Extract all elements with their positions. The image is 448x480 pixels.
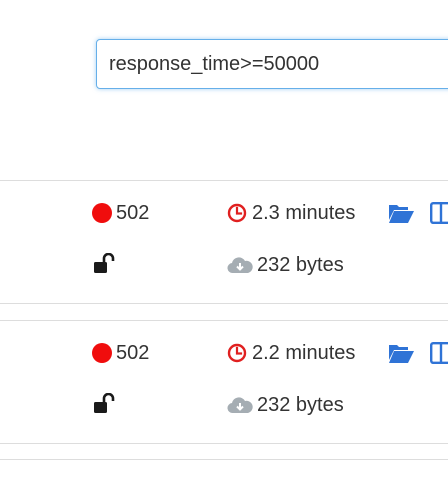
status-dot-icon: [92, 203, 112, 223]
size-text: 232 bytes: [257, 393, 344, 416]
folder-open-icon[interactable]: [388, 202, 415, 224]
cloud-download-icon: [227, 395, 253, 415]
size-cell: 232 bytes: [227, 392, 344, 418]
divider: [0, 459, 448, 460]
clock-icon: [227, 203, 247, 223]
columns-icon[interactable]: [430, 342, 448, 364]
status-cell: 502: [92, 340, 149, 366]
filter-input[interactable]: [96, 39, 448, 89]
duration-cell: 2.2 minutes: [227, 340, 355, 366]
status-code: 502: [116, 341, 150, 364]
size-text: 232 bytes: [257, 253, 344, 276]
folder-open-icon[interactable]: [388, 342, 415, 364]
clock-icon: [227, 343, 247, 363]
duration-text: 2.3 minutes: [252, 201, 356, 224]
columns-icon[interactable]: [430, 202, 448, 224]
status-dot-icon: [92, 343, 112, 363]
unlock-icon: [92, 393, 116, 415]
page: 502 2.3 minutes: [0, 0, 448, 480]
duration-cell: 2.3 minutes: [227, 200, 355, 226]
flow-row[interactable]: 502 2.3 minutes 232 bytes: [0, 180, 448, 304]
status-cell: 502: [92, 200, 149, 226]
size-cell: 232 bytes: [227, 252, 344, 278]
unlock-icon: [92, 253, 116, 275]
flow-row[interactable]: 502 2.2 minutes 232 bytes: [0, 320, 448, 444]
status-code: 502: [116, 201, 150, 224]
cloud-download-icon: [227, 255, 253, 275]
duration-text: 2.2 minutes: [252, 341, 356, 364]
